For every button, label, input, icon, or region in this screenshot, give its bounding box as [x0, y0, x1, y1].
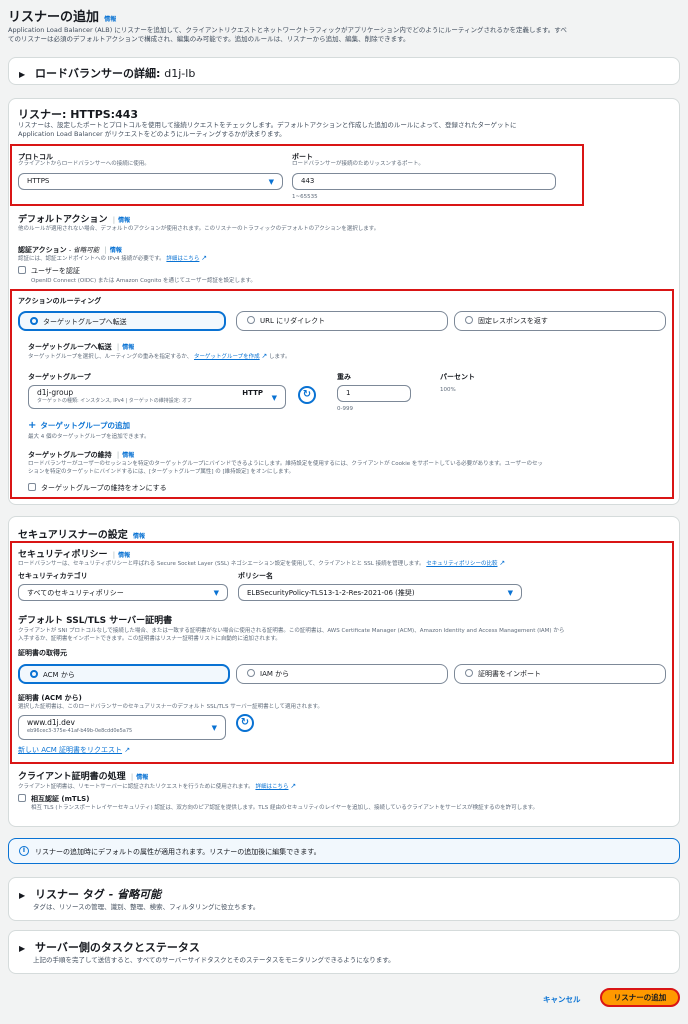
page-title: リスナーの追加: [8, 10, 100, 25]
cancel-button[interactable]: キャンセル: [543, 994, 581, 1005]
caret-right-icon: ▶: [19, 944, 26, 953]
default-action-desc: 他のルールが適用されない場合、デフォルトのアクションが使用されます。このリスナー…: [18, 226, 380, 232]
checkbox-icon: [18, 794, 26, 802]
auth-action-desc: 認証には、認証エンドポイントへの IPv4 接続が必要です。 詳細はこちら ↗: [18, 254, 208, 262]
server-tasks-expander[interactable]: ▶ サーバー側のタスクとステータス 上記の手順を完了して送信すると、すべてのサー…: [8, 930, 680, 974]
info-circle-icon: i: [19, 846, 29, 856]
server-tasks-desc: 上記の手順を完了して送信すると、すべてのサーバーサイドタスクとそのステータスをモ…: [33, 956, 395, 964]
highlight-box: [10, 289, 674, 499]
caret-right-icon: ▶: [19, 70, 26, 79]
default-action-header: デフォルトアクション | 情報: [18, 215, 131, 225]
mtls-checkbox[interactable]: 相互認証 (mTLS): [18, 794, 89, 804]
info-notice: i リスナーの追加時にデフォルトの属性が適用されます。リスナーの追加後に編集でき…: [8, 838, 680, 864]
mtls-desc: 相互 TLS (トランスポートレイヤーセキュリティ) 認証は、双方向のピア認証を…: [31, 805, 539, 811]
lb-details-expander[interactable]: ▶ ロードバランサーの詳細: d1j-lb: [8, 57, 680, 85]
external-link-icon: ↗: [290, 782, 297, 790]
client-cert-header: クライアント証明書の処理 | 情報: [18, 772, 149, 782]
user-auth-desc: OpenID Connect (OIDC) または Amazon Cognito…: [31, 278, 256, 284]
page-description: Application Load Balancer (ALB) にリスナーを追加…: [8, 26, 567, 43]
learn-more-link[interactable]: 詳細はこちら: [166, 256, 199, 262]
info-link[interactable]: 情報: [118, 217, 130, 224]
listener-title: リスナー: HTTPS:443: [18, 108, 139, 121]
external-link-icon: ↗: [201, 254, 208, 262]
listener-description: リスナーは、設定したポートとプロトコルを使用して接続リクエストをチェックします。…: [18, 121, 517, 138]
highlight-box: [10, 144, 584, 206]
highlight-box: [10, 541, 674, 764]
page-header: リスナーの追加 情報: [8, 6, 116, 25]
lb-details-label: ロードバランサーの詳細:: [35, 67, 161, 80]
client-cert-desc: クライアント証明書は、リモートサーバーに認証されたリクエストを行うために使用され…: [18, 782, 297, 790]
listener-tags-expander[interactable]: ▶ リスナー タグ - 省略可能 タグは、リソースの管理、識別、整理、検索、フィ…: [8, 877, 680, 921]
learn-more-link[interactable]: 詳細はこちら: [255, 784, 288, 790]
notice-text: リスナーの追加時にデフォルトの属性が適用されます。リスナーの追加後に編集できます…: [35, 848, 321, 856]
lb-name: d1j-lb: [164, 67, 196, 80]
tags-desc: タグは、リソースの管理、識別、整理、検索、フィルタリングに役立ちます。: [33, 903, 260, 911]
info-link[interactable]: 情報: [136, 774, 148, 781]
checkbox-icon: [18, 266, 26, 274]
info-link[interactable]: 情報: [133, 533, 145, 540]
secure-header: セキュアリスナーの設定 情報: [18, 530, 146, 541]
caret-right-icon: ▶: [19, 891, 26, 900]
user-auth-checkbox[interactable]: ユーザーを認証: [18, 266, 80, 276]
info-link[interactable]: 情報: [104, 16, 116, 23]
info-link[interactable]: 情報: [110, 247, 122, 254]
add-listener-button[interactable]: リスナーの追加: [600, 988, 680, 1007]
